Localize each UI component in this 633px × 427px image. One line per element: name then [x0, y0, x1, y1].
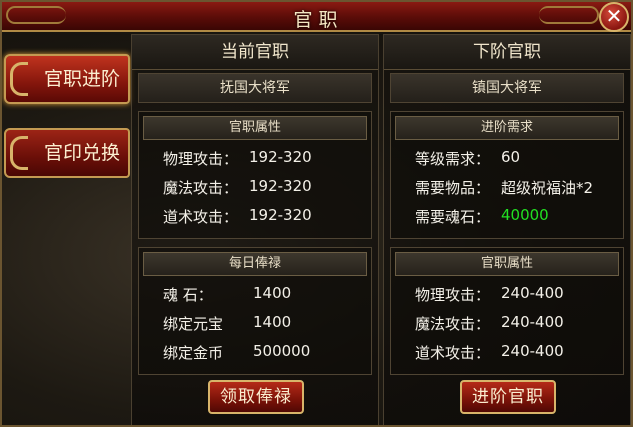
salary-row: 绑定金币 500000 [163, 342, 310, 363]
requirement-value: 超级祝福油*2 [501, 179, 594, 197]
attribute-value: 192-320 [249, 177, 312, 195]
requirement-label: 需要物品： [415, 179, 491, 197]
attribute-row: 道术攻击： 240-400 [415, 342, 564, 363]
next-attributes-section: 官职属性 物理攻击： 240-400 魔法攻击： 240-400 道术攻击： 240-… [390, 247, 624, 375]
sidebar: 官职进阶 官印兑换 [2, 32, 130, 425]
salary-value: 500000 [253, 342, 311, 360]
attribute-label: 魔法攻击： [415, 315, 491, 333]
title-bar: 官职 [2, 2, 631, 32]
advance-requirements-section: 进阶需求 等级需求： 60 需要物品： 超级祝福油*2 需要魂石： 40000 [390, 111, 624, 239]
attribute-value: 192-320 [249, 206, 312, 224]
soul-stone-requirement-value: 40000 [501, 206, 549, 224]
hook-ornament-icon [10, 136, 28, 170]
salary-value: 1400 [253, 313, 292, 331]
attribute-label: 魔法攻击： [163, 179, 239, 197]
requirement-row: 等级需求： 60 [415, 148, 520, 169]
salary-label: 魂 石： [163, 286, 213, 304]
close-icon: ✕ [605, 4, 623, 28]
window-title: 官职 [293, 9, 344, 31]
salary-row: 绑定元宝 1400 [163, 313, 291, 334]
claim-salary-button[interactable]: 领取俸禄 [208, 380, 304, 414]
attribute-row: 物理攻击： 192-320 [163, 148, 312, 169]
next-rank-header: 下阶官职 [384, 35, 630, 70]
current-attributes-section: 官职属性 物理攻击： 192-320 魔法攻击： 192-320 道术攻击： 192-… [138, 111, 372, 239]
salary-label: 绑定金币 [163, 344, 224, 362]
current-rank-panel: 当前官职 抚国大将军 官职属性 物理攻击： 192-320 魔法攻击： 192-32… [131, 34, 379, 425]
attribute-row: 物理攻击： 240-400 [415, 284, 564, 305]
official-rank-window: 官职 ✕ 官职进阶 官印兑换 当前官职 抚国大将军 官职属性 物理攻击： 192-… [0, 0, 633, 427]
close-button[interactable]: ✕ [599, 2, 629, 32]
attribute-row: 道术攻击： 192-320 [163, 206, 312, 227]
attribute-label: 物理攻击： [415, 286, 491, 304]
salary-label: 绑定元宝 [163, 315, 224, 333]
attribute-value: 240-400 [501, 313, 564, 331]
section-title: 官职属性 [143, 116, 367, 140]
advance-rank-button[interactable]: 进阶官职 [460, 380, 556, 414]
section-title: 官职属性 [395, 252, 619, 276]
hook-ornament-icon [10, 62, 28, 96]
sidebar-item-label: 官职进阶 [43, 68, 120, 90]
requirement-row: 需要物品： 超级祝福油*2 [415, 177, 593, 198]
requirement-row: 需要魂石： 40000 [415, 206, 549, 227]
salary-value: 1400 [253, 284, 292, 302]
sidebar-item-seal-exchange[interactable]: 官印兑换 [4, 128, 130, 178]
requirement-label: 等级需求： [415, 150, 491, 168]
attribute-label: 物理攻击： [163, 150, 239, 168]
attribute-row: 魔法攻击： 192-320 [163, 177, 312, 198]
section-title: 进阶需求 [395, 116, 619, 140]
current-rank-name: 抚国大将军 [138, 73, 372, 103]
next-rank-name: 镇国大将军 [390, 73, 624, 103]
attribute-value: 240-400 [501, 342, 564, 360]
daily-salary-section: 每日俸禄 魂 石： 1400 绑定元宝 1400 绑定金币 500000 [138, 247, 372, 375]
requirement-value: 60 [501, 148, 521, 166]
section-title: 每日俸禄 [143, 252, 367, 276]
attribute-row: 魔法攻击： 240-400 [415, 313, 564, 334]
attribute-value: 192-320 [249, 148, 312, 166]
current-rank-header: 当前官职 [132, 35, 378, 70]
attribute-label: 道术攻击： [163, 208, 239, 226]
next-rank-panel: 下阶官职 镇国大将军 进阶需求 等级需求： 60 需要物品： 超级祝福油*2 需要魂… [383, 34, 631, 425]
attribute-value: 240-400 [501, 284, 564, 302]
attribute-label: 道术攻击： [415, 344, 491, 362]
requirement-label: 需要魂石： [415, 208, 491, 226]
sidebar-item-label: 官印兑换 [43, 142, 120, 164]
salary-row: 魂 石： 1400 [163, 284, 291, 305]
sidebar-item-rank-advance[interactable]: 官职进阶 [4, 54, 130, 104]
